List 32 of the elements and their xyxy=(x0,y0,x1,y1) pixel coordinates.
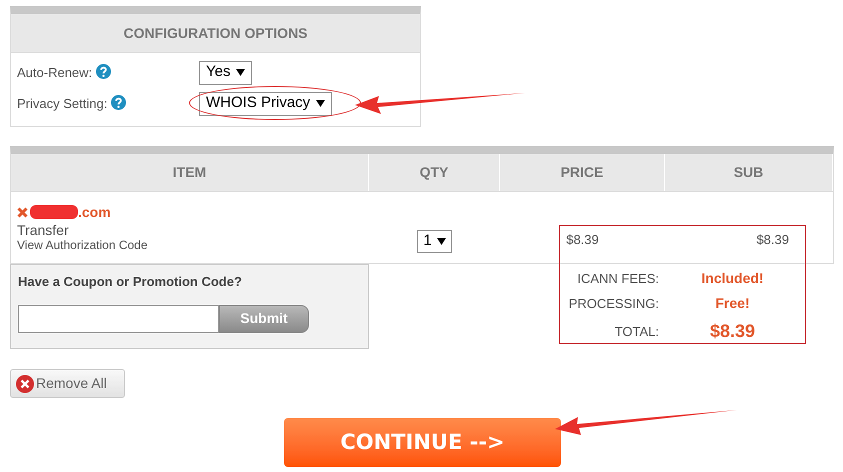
remove-icon[interactable] xyxy=(17,206,28,218)
help-icon[interactable] xyxy=(111,94,126,110)
total-label: PROCESSING: xyxy=(568,294,659,313)
close-icon xyxy=(16,374,34,392)
config-title: CONFIGURATION OPTIONS xyxy=(123,24,308,42)
caret-icon xyxy=(316,100,326,107)
caret-icon xyxy=(236,69,246,76)
column-header: PRICE xyxy=(500,154,665,191)
coupon-title: Have a Coupon or Promotion Code? xyxy=(18,273,243,291)
option-label: Privacy Setting: xyxy=(17,96,108,111)
authorization-link[interactable]: View Authorization Code xyxy=(17,238,369,252)
option-select[interactable]: WHOIS Privacy xyxy=(199,92,332,116)
option-select[interactable]: Yes xyxy=(199,60,252,84)
column-header: ITEM xyxy=(11,154,369,191)
option-label: Auto-Renew: xyxy=(17,64,92,80)
quantity-select[interactable]: 1 xyxy=(417,230,452,253)
caret-icon xyxy=(436,238,446,245)
total-value: Included! xyxy=(700,269,765,288)
coupon-field[interactable] xyxy=(18,304,219,332)
price-cell-text: $8.39 xyxy=(566,230,599,248)
column-header: QTY xyxy=(369,154,500,191)
remove-all-button[interactable]: Remove All xyxy=(10,369,125,398)
total-label: ICANN FEES: xyxy=(576,270,659,288)
total-value: $8.39 xyxy=(708,320,756,343)
total-label: TOTAL: xyxy=(614,322,659,341)
redaction-mark xyxy=(28,205,78,219)
total-value: Free! xyxy=(714,294,751,313)
subtotal-cell-text: $8.39 xyxy=(756,230,789,248)
domain-name: .com xyxy=(78,202,111,222)
item-type: Transfer xyxy=(17,223,70,238)
column-header: SUB xyxy=(665,154,833,191)
help-icon[interactable] xyxy=(96,64,112,79)
